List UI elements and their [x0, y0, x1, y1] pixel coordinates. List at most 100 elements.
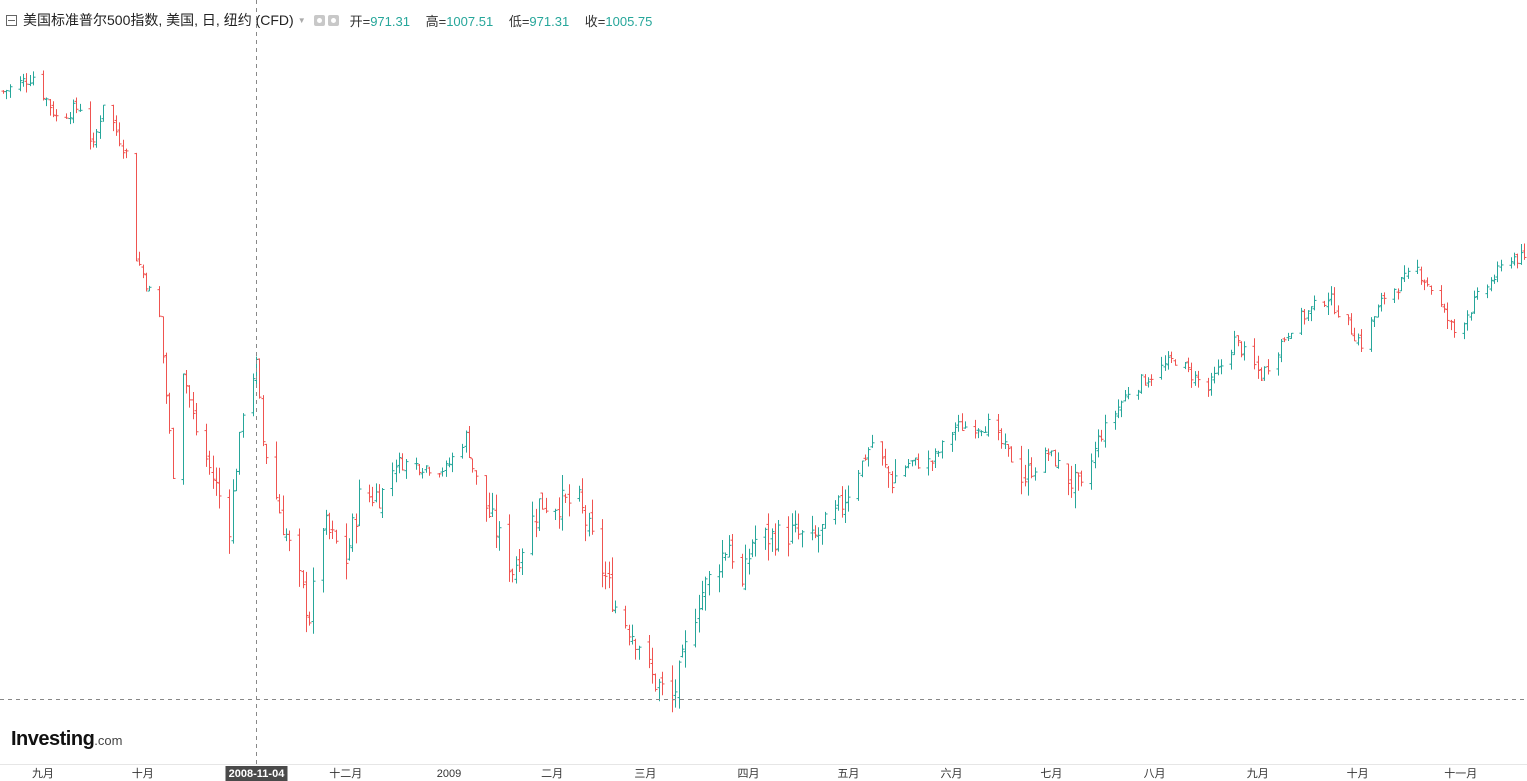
- ohlc-bar: [1073, 464, 1078, 509]
- ohlc-bar: [563, 493, 568, 503]
- ohlc-bar: [287, 530, 292, 552]
- x-tick-label: 五月: [837, 768, 859, 780]
- x-tick-label: 七月: [1040, 767, 1062, 780]
- ohlc-bar: [144, 272, 149, 292]
- ohlc-bar: [816, 527, 821, 553]
- ohlc-bar: [1183, 361, 1188, 370]
- ohlc-bar: [137, 251, 142, 266]
- ohlc-bar: [24, 73, 29, 93]
- ohlc-bar: [124, 148, 129, 159]
- high-value: 1007.51: [446, 13, 494, 29]
- ohlc-bar: [693, 608, 698, 648]
- ohlc-bar: [630, 624, 635, 645]
- ohlc-bar: [1256, 355, 1261, 379]
- ohlc-bar: [1392, 288, 1397, 304]
- ohlc-bar: [324, 509, 329, 535]
- ohlc-bar: [637, 645, 642, 660]
- ohlc-bar: [420, 467, 425, 479]
- ohlc-bar: [587, 512, 592, 537]
- ohlc-bar: [484, 475, 489, 522]
- ohlc-bar: [1146, 377, 1151, 388]
- investing-logo[interactable]: Investing.com: [11, 728, 122, 751]
- ohlc-bar: [374, 483, 379, 503]
- ohlc-bar: [277, 494, 282, 514]
- ohlc-bar: [41, 70, 46, 101]
- ohlc-bar: [1515, 253, 1520, 269]
- ohlc-bar: [950, 432, 955, 452]
- ohlc-bar: [460, 443, 465, 459]
- ohlc-bar: [933, 448, 938, 469]
- ohlc-chart[interactable]: 九月 十月 十二月 2009 二月 三月 四月 五月 六月 七月 八月 九月 十月 十一月 2008-11-…: [0, 0, 1527, 781]
- ohlc-bar: [404, 459, 409, 479]
- ohlc-bar: [370, 486, 375, 507]
- ohlc-bar: [88, 101, 93, 150]
- ohlc-bar: [700, 580, 705, 611]
- ohlc-bar: [344, 523, 349, 580]
- instrument-title[interactable]: 美国标准普尔500指数, 美国, 日, 纽约 (CFD): [23, 10, 294, 30]
- eye-icon[interactable]: [313, 14, 325, 26]
- ohlc-bar: [1123, 389, 1128, 402]
- ohlc-bar: [194, 403, 199, 436]
- ohlc-bar: [121, 139, 126, 159]
- chevron-down-icon[interactable]: ▼: [298, 16, 306, 25]
- ohlc-bar: [610, 557, 615, 612]
- ohlc-bar: [161, 316, 166, 364]
- ohlc-bar: [940, 440, 945, 459]
- ohlc-bar: [590, 499, 595, 535]
- ohlc-bar: [4, 89, 9, 100]
- ohlc-bar: [8, 84, 13, 98]
- ohlc-bar: [1495, 261, 1500, 283]
- ohlc-bar: [437, 473, 442, 478]
- ohlc-bar: [1406, 267, 1411, 279]
- ohlc-bar: [1216, 359, 1221, 376]
- ohlc-bar: [231, 479, 236, 544]
- ohlc-bar: [537, 498, 542, 531]
- ohlc-bar: [916, 453, 921, 469]
- ohlc-bar: [1266, 359, 1271, 375]
- ohlc-bar: [347, 538, 352, 561]
- ohlc-bar: [94, 129, 99, 148]
- ohlc-bar: [380, 487, 385, 518]
- ohlc-bar: [983, 426, 988, 434]
- ohlc-bar: [860, 460, 865, 478]
- ohlc-bar: [171, 427, 176, 480]
- ohlc-bar: [1359, 329, 1364, 353]
- high-label: 高=: [425, 13, 447, 29]
- ohlc-bar: [440, 467, 445, 477]
- ohlc-bar: [1149, 374, 1154, 387]
- ohlc-bar: [18, 76, 23, 92]
- ohlc-bar: [1196, 370, 1201, 388]
- ohlc-bar: [583, 505, 588, 542]
- ohlc-bar: [1173, 359, 1178, 366]
- ohlc-bar: [54, 109, 59, 122]
- ohlc-bar: [1439, 285, 1444, 307]
- ohlc-bar: [241, 413, 246, 438]
- ohlc-bar: [730, 533, 735, 569]
- ohlc-bar: [1089, 453, 1094, 490]
- ohlc-bar: [427, 466, 432, 476]
- x-tick-label: 2009: [437, 768, 461, 780]
- gear-icon[interactable]: [327, 14, 339, 26]
- ohlc-bar: [1232, 330, 1237, 356]
- ohlc-bar: [1469, 312, 1474, 321]
- ohlc-bar: [207, 450, 212, 475]
- ohlc-bar: [1076, 472, 1081, 491]
- ohlc-bar: [71, 99, 76, 124]
- ohlc-bar: [211, 455, 216, 489]
- ohlc-bar: [820, 524, 825, 545]
- ohlc-bar: [680, 644, 685, 658]
- ohlc-bar: [217, 467, 222, 509]
- ohlc-bar: [1159, 356, 1164, 380]
- price-bars: [1, 70, 1527, 713]
- x-axis: 九月 十月 十二月 2009 二月 三月 四月 五月 六月 七月 八月 九月 十月 十一月 2008-11-…: [0, 764, 1527, 781]
- ohlc-bar: [843, 489, 848, 523]
- ohlc-bar: [1136, 389, 1141, 400]
- ohlc-bar: [553, 508, 558, 520]
- ohlc-bar: [297, 528, 302, 587]
- x-tick-label: 九月: [32, 767, 54, 780]
- ohlc-bar: [1485, 284, 1490, 299]
- ohlc-bar: [717, 564, 722, 593]
- collapse-icon[interactable]: [6, 14, 17, 26]
- ohlc-bar: [330, 520, 335, 539]
- ohlc-bar: [101, 104, 106, 122]
